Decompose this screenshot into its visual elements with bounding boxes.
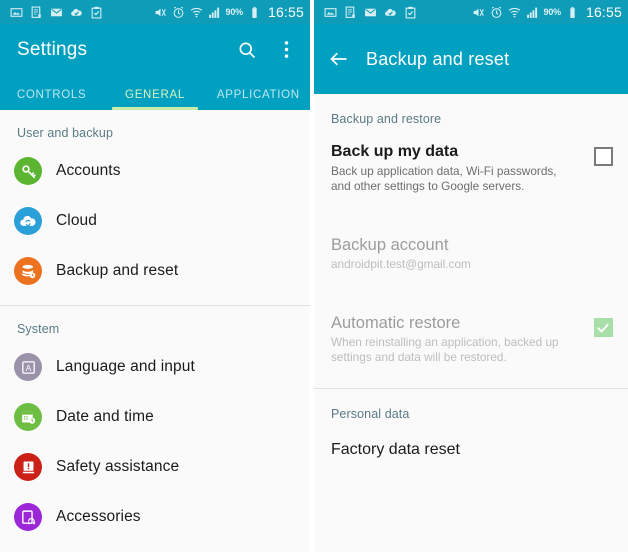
list-item-label: Accounts bbox=[56, 162, 121, 179]
row-spacer bbox=[314, 203, 628, 225]
mute-icon bbox=[473, 8, 484, 16]
cloud-sync-icon bbox=[14, 207, 42, 235]
section-header-user-and-backup: User and backup bbox=[17, 126, 114, 140]
setting-text: Automatic restore When reinstalling an a… bbox=[331, 312, 578, 365]
wifi-icon bbox=[508, 7, 520, 17]
battery-icon bbox=[570, 6, 575, 18]
letter-a-icon: A bbox=[14, 353, 42, 381]
setting-text: Backup account androidpit.test@gmail.com bbox=[331, 234, 578, 272]
setting-subtitle: When reinstalling an application, backed… bbox=[331, 335, 559, 364]
list-item-label: Backup and reset bbox=[56, 262, 179, 279]
setting-control bbox=[578, 312, 628, 337]
status-bar-clock: 16:55 bbox=[585, 4, 622, 20]
setting-control bbox=[578, 141, 628, 166]
status-bar-clock: 16:55 bbox=[267, 4, 304, 20]
list-item-label: Cloud bbox=[56, 212, 97, 229]
tab-general[interactable]: GENERAL bbox=[103, 89, 206, 110]
clipboard-check-icon bbox=[91, 6, 102, 18]
database-clock-icon bbox=[14, 257, 42, 285]
document-x-icon bbox=[345, 6, 356, 18]
calendar-clock-icon bbox=[14, 403, 42, 431]
backup-app-bar: Backup and reset bbox=[314, 24, 628, 94]
battery-icon bbox=[252, 6, 257, 18]
settings-screen: 90% 16:55 Settings CONTROLS GENERAL APPL… bbox=[0, 0, 314, 552]
clipboard-check-icon bbox=[405, 6, 416, 18]
list-item-label: Date and time bbox=[56, 408, 154, 425]
settings-list: User and backup Accounts Cloud Backup an… bbox=[0, 110, 310, 552]
setting-subtitle: Back up application data, Wi-Fi password… bbox=[331, 164, 557, 193]
mail-icon bbox=[51, 8, 62, 16]
list-item-label: Safety assistance bbox=[56, 458, 180, 475]
status-bar-system-icons: 90% 16:55 bbox=[154, 4, 304, 20]
status-bar-left: 90% 16:55 bbox=[0, 0, 310, 24]
automatic-restore-checkbox[interactable] bbox=[593, 318, 613, 337]
setting-title: Backup account bbox=[331, 236, 449, 254]
setting-backup-account[interactable]: Backup account androidpit.test@gmail.com bbox=[314, 225, 628, 281]
back-arrow-icon[interactable] bbox=[328, 48, 350, 70]
cloud-check-icon bbox=[71, 8, 82, 16]
back-up-my-data-checkbox[interactable] bbox=[593, 147, 613, 166]
section-header-system: System bbox=[17, 322, 60, 336]
document-x-icon bbox=[31, 6, 42, 18]
search-icon[interactable] bbox=[236, 39, 258, 61]
list-item-date-and-time[interactable]: Date and time bbox=[0, 392, 310, 442]
setting-factory-data-reset[interactable]: Factory data reset bbox=[314, 427, 628, 459]
key-icon bbox=[14, 157, 42, 185]
setting-subtitle: androidpit.test@gmail.com bbox=[331, 257, 471, 271]
image-icon bbox=[324, 7, 337, 17]
status-bar-notification-icons bbox=[10, 6, 103, 19]
cloud-check-icon bbox=[385, 8, 396, 16]
list-item-cloud[interactable]: Cloud bbox=[0, 196, 310, 246]
setting-control bbox=[578, 234, 628, 240]
page-title: Settings bbox=[17, 38, 88, 60]
image-icon bbox=[10, 7, 23, 17]
headphone-device-icon bbox=[14, 503, 42, 531]
mail-icon bbox=[365, 8, 376, 16]
tab-controls[interactable]: CONTROLS bbox=[0, 89, 103, 110]
signal-icon bbox=[208, 7, 219, 18]
section-header-personal-data: Personal data bbox=[331, 407, 410, 421]
setting-automatic-restore[interactable]: Automatic restore When reinstalling an a… bbox=[314, 303, 628, 374]
dual-screenshot-container: 90% 16:55 Settings CONTROLS GENERAL APPL… bbox=[0, 0, 628, 552]
battery-percent: 90% bbox=[225, 7, 244, 17]
tab-application[interactable]: APPLICATION bbox=[207, 89, 310, 110]
status-bar-notification-icons bbox=[324, 6, 417, 19]
svg-text:A: A bbox=[25, 363, 31, 373]
alarm-icon bbox=[173, 6, 183, 18]
section-header-backup-and-restore: Backup and restore bbox=[331, 112, 442, 126]
app-bar-actions bbox=[236, 39, 297, 61]
battery-percent: 90% bbox=[543, 7, 562, 17]
settings-app-bar: Settings bbox=[0, 24, 310, 75]
row-spacer bbox=[314, 281, 628, 303]
backup-settings-list: Backup and restore Back up my data Back … bbox=[314, 94, 628, 552]
list-item-language-and-input[interactable]: A Language and input bbox=[0, 342, 310, 392]
mute-icon bbox=[155, 8, 166, 16]
setting-text: Back up my data Back up application data… bbox=[331, 141, 578, 194]
setting-title: Automatic restore bbox=[331, 314, 461, 332]
page-title: Backup and reset bbox=[366, 48, 510, 69]
wifi-icon bbox=[190, 7, 202, 17]
list-item-safety-assistance[interactable]: Safety assistance bbox=[0, 442, 310, 492]
list-item-accounts[interactable]: Accounts bbox=[0, 146, 310, 196]
setting-title: Back up my data bbox=[331, 143, 459, 160]
list-item-accessories[interactable]: Accessories bbox=[0, 492, 310, 542]
overflow-menu-icon[interactable] bbox=[275, 39, 297, 61]
settings-tab-bar: CONTROLS GENERAL APPLICATION bbox=[0, 75, 310, 110]
list-item-backup-and-reset[interactable]: Backup and reset bbox=[0, 246, 310, 296]
status-bar-right: 90% 16:55 bbox=[314, 0, 628, 24]
list-item-label: Language and input bbox=[56, 358, 195, 375]
backup-and-reset-screen: 90% 16:55 Backup and reset Backup and re… bbox=[314, 0, 628, 552]
status-bar-system-icons: 90% 16:55 bbox=[472, 4, 622, 20]
alert-icon bbox=[14, 453, 42, 481]
list-item-label: Accessories bbox=[56, 508, 141, 525]
signal-icon bbox=[526, 7, 537, 18]
setting-back-up-my-data[interactable]: Back up my data Back up application data… bbox=[314, 132, 628, 203]
alarm-icon bbox=[491, 6, 501, 18]
